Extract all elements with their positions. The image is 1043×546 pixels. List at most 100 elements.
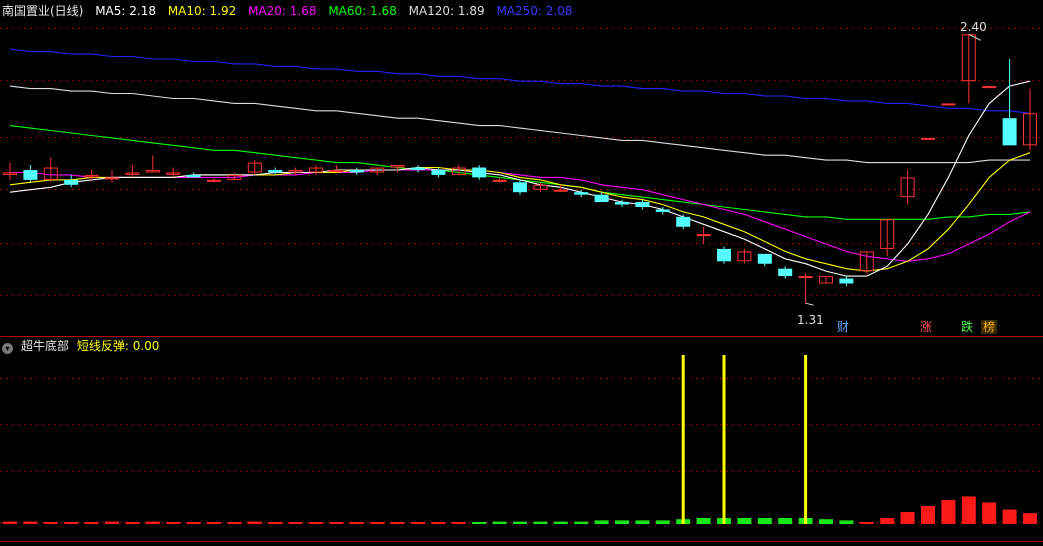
candle — [43, 157, 58, 183]
candle — [921, 137, 935, 140]
indicator-bar — [207, 522, 221, 524]
indicator-bar — [431, 522, 446, 524]
tag-cai[interactable]: 财 — [835, 320, 851, 334]
ma250-label: MA250: 2.08 — [496, 4, 573, 18]
tag-bang[interactable]: 榜 — [981, 320, 998, 334]
candle-body — [778, 268, 793, 277]
indicator-bar — [696, 518, 711, 524]
candle — [982, 86, 997, 89]
candle — [370, 167, 385, 175]
stock-title[interactable]: 南国置业(日线) — [2, 4, 83, 18]
candle-body — [717, 248, 731, 262]
indicator-bar — [166, 522, 181, 524]
candle-body — [105, 177, 119, 180]
candle-body — [676, 216, 691, 227]
candle-body — [472, 167, 487, 178]
grid-lines — [0, 28, 1043, 542]
candle-body — [696, 234, 711, 237]
moving-average-lines — [9, 48, 1031, 277]
candle — [411, 165, 425, 173]
indicator-bar — [84, 522, 99, 524]
indicator-bar — [594, 520, 609, 524]
candle — [125, 165, 140, 178]
ma10-line — [9, 152, 1031, 272]
indicator-bar — [859, 522, 874, 524]
ma20-label: MA20: 1.68 — [248, 4, 317, 18]
indicator-bar — [819, 519, 833, 524]
candle — [757, 253, 772, 267]
tag-zhang[interactable]: 涨 — [918, 320, 934, 334]
indicator-bar — [737, 518, 752, 524]
low-price-label: 1.31 — [797, 313, 824, 327]
candle — [778, 266, 793, 279]
candle — [819, 276, 833, 284]
candle-body — [615, 202, 629, 205]
ma60-label: MA60: 1.68 — [328, 4, 397, 18]
tag-die[interactable]: 跌 — [959, 320, 975, 334]
indicator-bar — [574, 521, 589, 524]
candle — [717, 246, 731, 264]
indicator-bar — [451, 522, 466, 524]
candle-body — [635, 202, 650, 207]
candle — [900, 170, 915, 205]
candle — [105, 170, 119, 183]
ma120-line — [9, 85, 1030, 164]
candle-body — [757, 253, 772, 264]
candle-body — [23, 170, 38, 180]
main-chart-header: 南国置业(日线) MA5: 2.18 MA10: 1.92 MA20: 1.68… — [2, 2, 580, 20]
candle — [941, 103, 956, 106]
candle — [961, 34, 976, 104]
signal-bar — [722, 355, 726, 524]
indicator-bar — [1002, 509, 1017, 524]
indicator-bar — [349, 522, 364, 524]
candle-body — [431, 170, 446, 175]
indicator-bar — [472, 522, 487, 524]
high-price-label: 2.40 — [960, 20, 987, 34]
candle-body — [839, 278, 854, 284]
candle-body — [553, 189, 568, 192]
candle — [880, 219, 895, 257]
indicator-bar — [227, 522, 242, 524]
candle — [513, 179, 527, 195]
candle — [696, 226, 711, 244]
candle — [227, 172, 242, 180]
candle — [737, 248, 752, 264]
indicator-bar — [23, 521, 38, 524]
candle — [349, 167, 364, 175]
indicator-bar — [655, 520, 670, 524]
indicator-bar — [247, 521, 262, 524]
indicator-bar — [390, 522, 405, 524]
indicator-bar — [513, 521, 527, 524]
ma5-label: MA5: 2.18 — [95, 4, 156, 18]
candle-body — [574, 192, 589, 195]
indicator-bar — [961, 496, 976, 524]
indicator-bar — [3, 521, 17, 524]
indicator-bar — [411, 522, 425, 524]
indicator-name[interactable]: 超牛底部 — [21, 339, 69, 353]
indicator-bar — [941, 500, 956, 524]
candle — [1002, 59, 1017, 146]
indicator-series — [3, 355, 1037, 524]
indicator-bar — [145, 521, 160, 524]
indicator-bar — [615, 520, 629, 524]
indicator-bar — [553, 521, 568, 524]
indicator-bar — [492, 521, 507, 524]
indicator-bar — [268, 522, 283, 524]
candle — [676, 214, 691, 230]
indicator-bar — [64, 522, 79, 524]
indicator-bar — [288, 522, 303, 524]
candle-body — [207, 179, 221, 182]
candle-body — [492, 179, 507, 182]
indicator-bar — [329, 522, 344, 524]
candle-body — [64, 179, 79, 185]
candlestick-series[interactable] — [3, 33, 1037, 306]
indicator-bar — [982, 502, 997, 524]
indicator-bar — [635, 520, 650, 524]
indicator-bar — [900, 512, 915, 524]
indicator-bar — [757, 518, 772, 524]
indicator-bar — [1023, 513, 1037, 524]
chart-screen[interactable] — [0, 0, 1043, 546]
signal-bar — [681, 355, 685, 524]
chevron-down-icon[interactable]: ▾ — [2, 343, 13, 354]
candle — [390, 165, 405, 173]
